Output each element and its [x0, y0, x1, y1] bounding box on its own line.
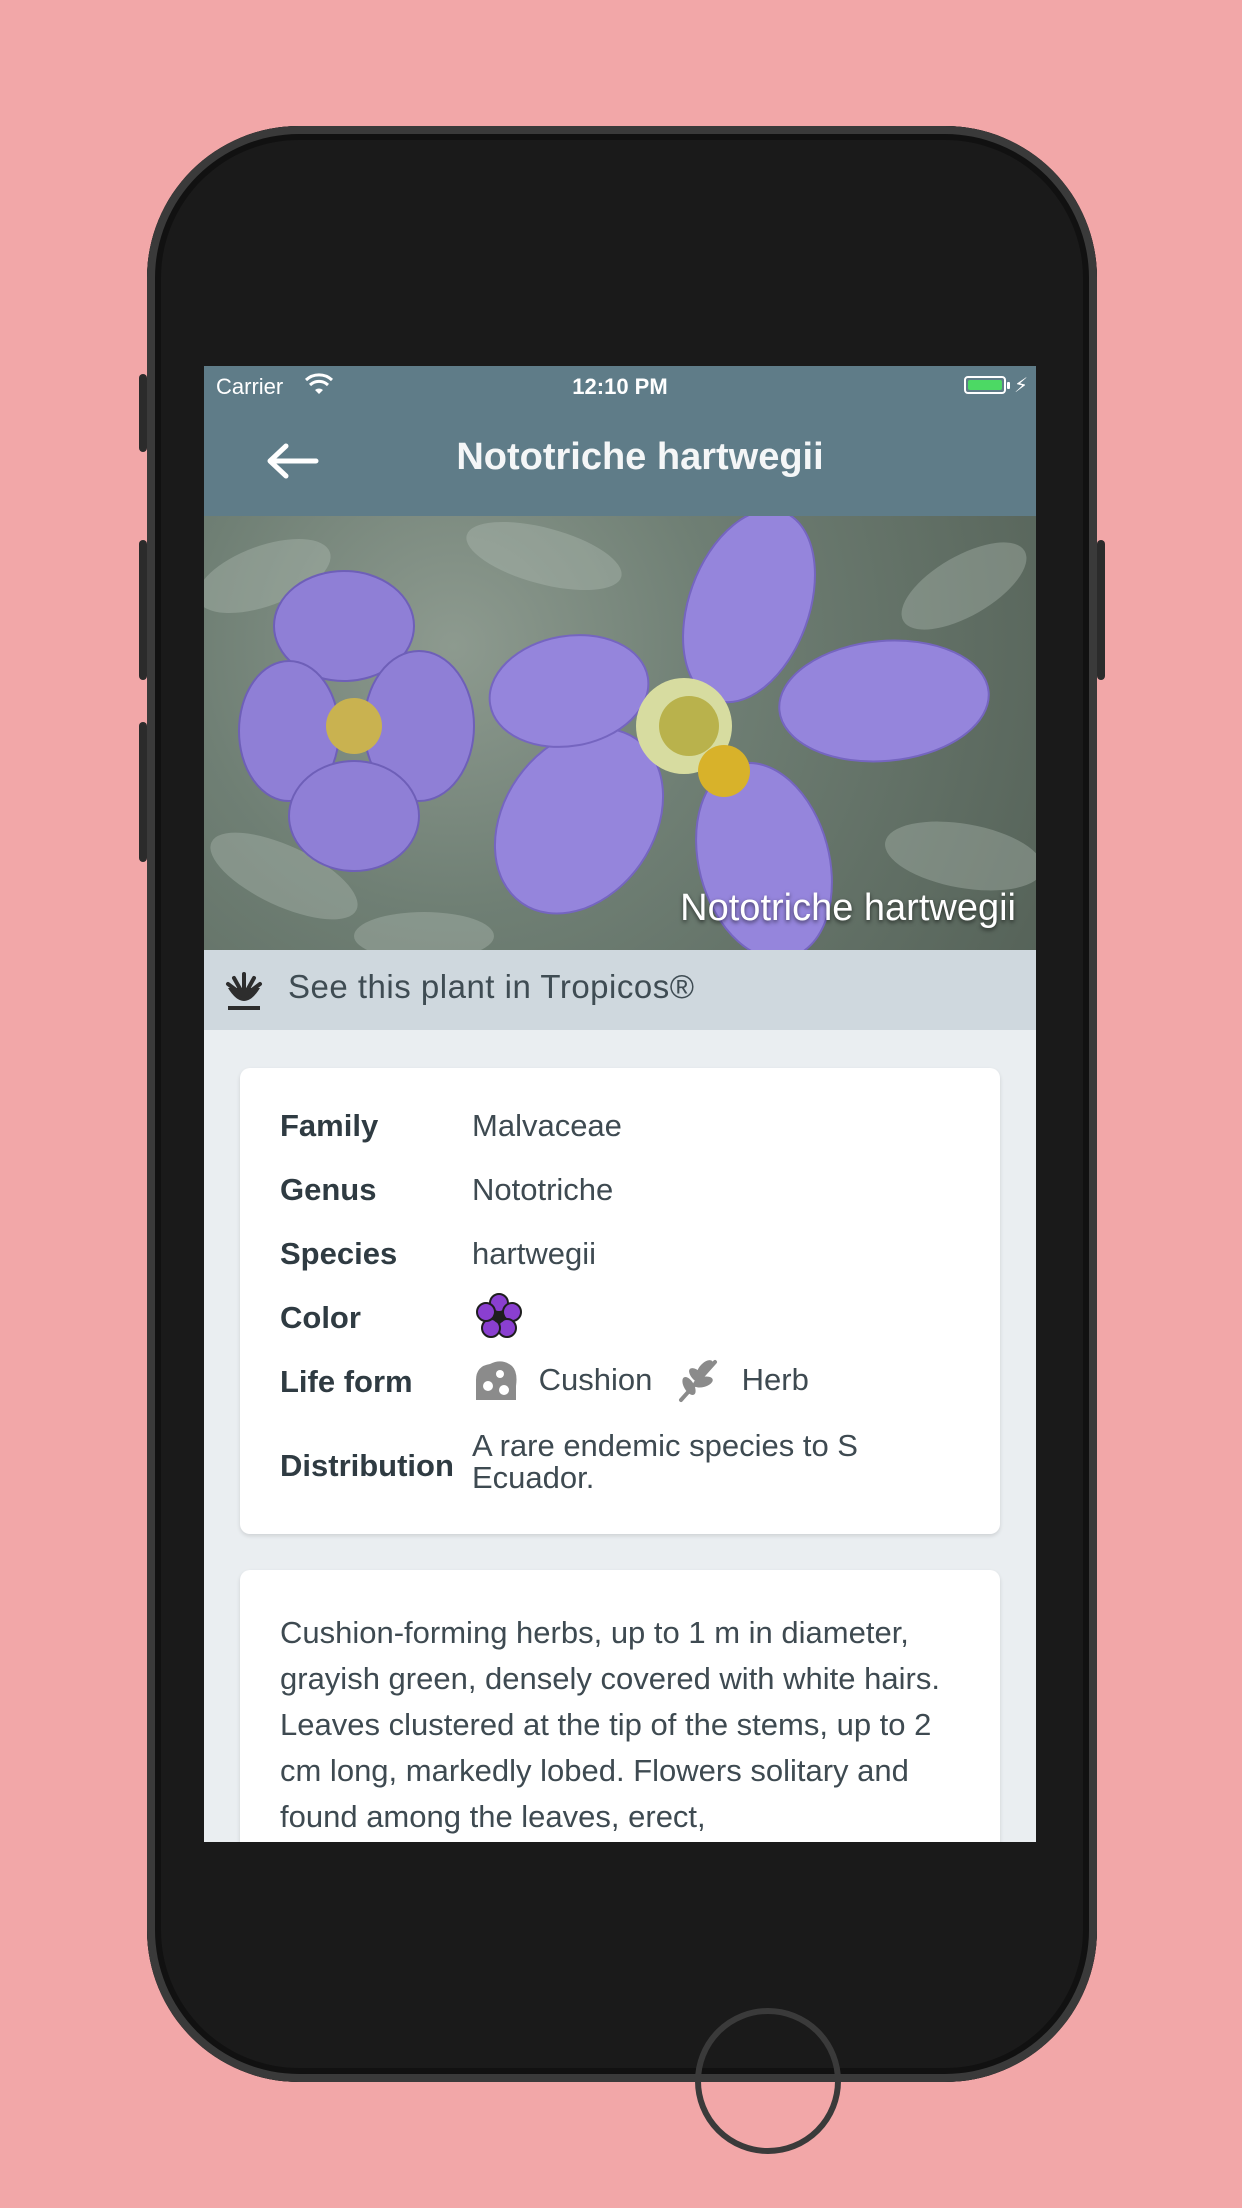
home-button[interactable]: [695, 2008, 841, 2154]
status-time: 12:10 PM: [572, 374, 668, 399]
lifeform-cushion-label: Cushion: [538, 1362, 653, 1397]
description-card: Cushion-forming herbs, up to 1 m in diam…: [240, 1570, 1000, 1842]
family-label: Family: [280, 1108, 379, 1143]
volume-up-button: [139, 540, 147, 680]
species-label: Species: [280, 1236, 398, 1271]
photo-caption: Nototriche hartwegii: [680, 887, 1016, 929]
status-bar: Carrier 12:10 PM ⚡: [204, 366, 1036, 408]
taxonomy-card: Family Malvaceae Genus Nototriche Specie…: [240, 1068, 1000, 1534]
lifeform-herb-label: Herb: [741, 1362, 809, 1397]
battery-cap: [1007, 382, 1010, 389]
volume-down-button: [139, 722, 147, 862]
power-button: [1097, 540, 1105, 680]
cushion-icon: [476, 1361, 517, 1400]
purple-flower-icon: [476, 1293, 522, 1338]
distribution-row: Distribution A rare endemic species to S…: [280, 1430, 980, 1500]
family-value: Malvaceae: [472, 1108, 622, 1143]
distribution-value: A rare endemic species to S Ecuador.: [472, 1428, 858, 1495]
distribution-label: Distribution: [280, 1448, 454, 1483]
species-value: hartwegii: [472, 1236, 597, 1271]
tropicos-label: See this plant in Tropicos®: [288, 968, 695, 1005]
app-screen: Carrier 12:10 PM ⚡ Nototriche hartwegii: [204, 366, 1036, 1842]
tropicos-logo-icon: [226, 972, 262, 1010]
description-text: Cushion-forming herbs, up to 1 m in diam…: [280, 1615, 940, 1834]
mute-switch: [139, 374, 147, 452]
lifeform-label: Life form: [280, 1364, 413, 1399]
battery-icon: [964, 376, 1006, 394]
herb-icon: [679, 1360, 717, 1402]
plant-photo: Nototriche hartwegii: [204, 516, 1036, 950]
page-title: Nototriche hartwegii: [456, 436, 824, 478]
genus-value: Nototriche: [472, 1172, 614, 1207]
nav-bar: Nototriche hartwegii: [204, 408, 1036, 516]
tropicos-link[interactable]: See this plant in Tropicos®: [204, 950, 1036, 1030]
charging-bolt-icon: ⚡: [1013, 375, 1028, 397]
color-label: Color: [280, 1300, 361, 1335]
genus-label: Genus: [280, 1172, 377, 1207]
flower-illustration: [204, 516, 1036, 950]
